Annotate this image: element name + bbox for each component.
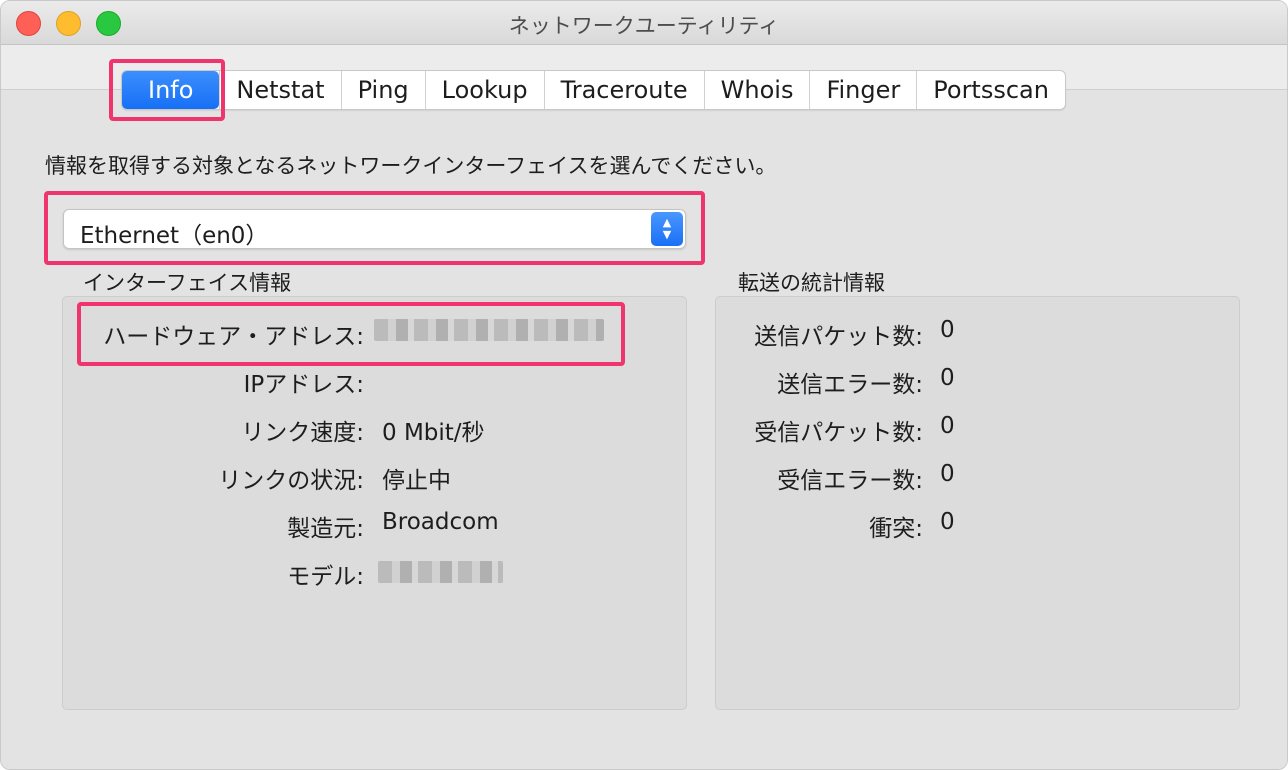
link-status-label: リンクの状況: — [218, 468, 364, 494]
tab-ping[interactable]: Ping — [340, 71, 425, 109]
tab-lookup[interactable]: Lookup — [424, 71, 544, 109]
tab-finger[interactable]: Finger — [809, 71, 916, 109]
received-packets-value: 0 — [940, 413, 955, 439]
received-packets-label: 受信パケット数: — [754, 420, 923, 446]
sent-packets-value: 0 — [940, 317, 955, 343]
link-speed-value: 0 Mbit/秒 — [382, 420, 485, 446]
receive-errors-label: 受信エラー数: — [777, 468, 923, 494]
link-status-value: 停止中 — [382, 468, 451, 494]
tab-portsscan[interactable]: Portsscan — [916, 71, 1065, 109]
hardware-address-highlight — [77, 302, 625, 366]
window-title: ネットワークユーティリティ — [508, 14, 780, 38]
interface-select-highlight — [44, 191, 705, 265]
receive-errors-value: 0 — [940, 461, 955, 487]
collisions-label: 衝突: — [869, 516, 923, 542]
redacted-value — [378, 561, 503, 583]
tab-bar: Info Netstat Ping Lookup Traceroute Whoi… — [121, 70, 1066, 110]
vendor-label: 製造元: — [287, 516, 364, 542]
tab-traceroute[interactable]: Traceroute — [543, 71, 704, 109]
vendor-value: Broadcom — [382, 509, 499, 535]
network-utility-window: ネットワークユーティリティ Info Netstat Ping Lookup T… — [0, 0, 1288, 770]
send-errors-label: 送信エラー数: — [777, 372, 923, 398]
ip-address-label: IPアドレス: — [243, 372, 364, 398]
transfer-stats-box — [715, 296, 1240, 710]
tab-whois[interactable]: Whois — [703, 71, 810, 109]
link-speed-label: リンク速度: — [241, 420, 364, 446]
transfer-stats-title: 転送の統計情報 — [738, 271, 885, 295]
send-errors-value: 0 — [940, 365, 955, 391]
info-tab-highlight — [109, 59, 225, 121]
titlebar[interactable]: ネットワークユーティリティ — [1, 1, 1287, 45]
interface-info-title: インターフェイス情報 — [83, 271, 292, 295]
tab-netstat[interactable]: Netstat — [219, 71, 340, 109]
collisions-value: 0 — [940, 509, 955, 535]
model-label: モデル: — [287, 564, 364, 590]
sent-packets-label: 送信パケット数: — [754, 324, 923, 350]
model-value — [378, 561, 503, 589]
instruction-text: 情報を取得する対象となるネットワークインターフェイスを選んでください。 — [45, 154, 777, 178]
